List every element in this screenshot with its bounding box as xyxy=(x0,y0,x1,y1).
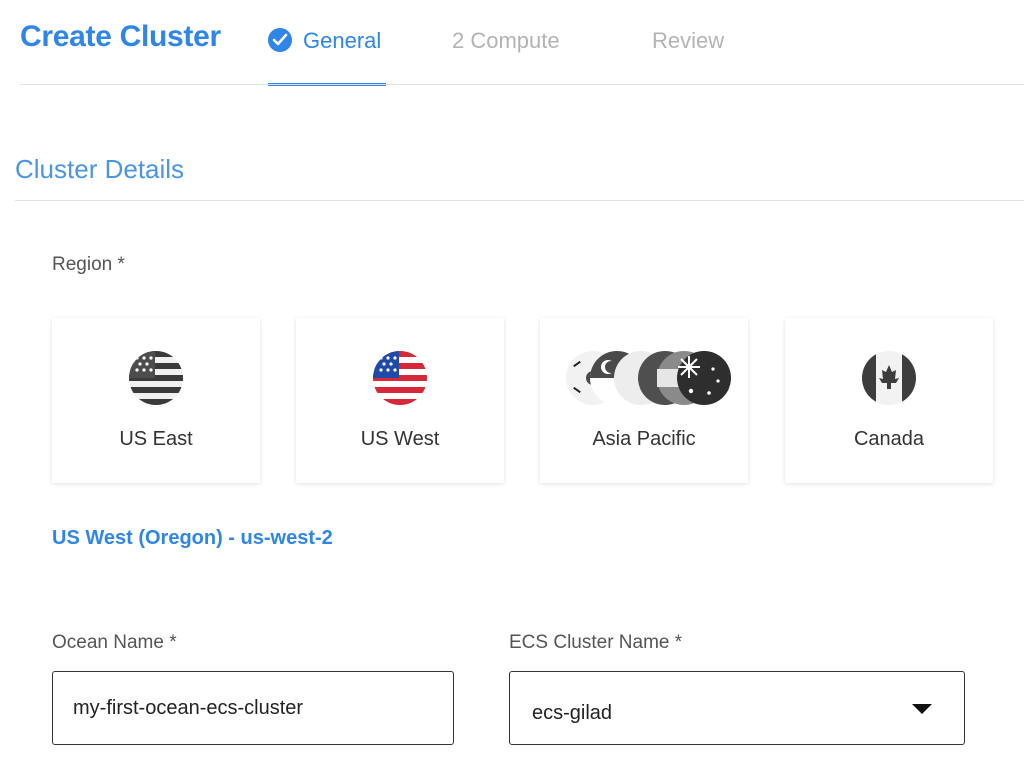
region-card-us-east[interactable]: US East xyxy=(52,318,260,483)
section-divider xyxy=(15,200,1024,201)
selected-region-text: US West (Oregon) - us-west-2 xyxy=(52,527,333,549)
region-name: US West xyxy=(360,428,440,450)
tab-general-label: General xyxy=(303,28,382,53)
ocean-name-input[interactable] xyxy=(53,672,453,744)
check-circle-icon xyxy=(268,28,292,52)
asia-pacific-flags-icon xyxy=(566,351,731,405)
tab-general[interactable]: General xyxy=(268,28,386,86)
ecs-cluster-name-select[interactable]: ecs-gilad xyxy=(509,671,965,745)
tab-review[interactable]: Review xyxy=(652,28,724,86)
region-name: Asia Pacific xyxy=(592,428,696,450)
us-flag-grayscale-icon xyxy=(129,351,183,405)
region-label: Region * xyxy=(52,254,125,275)
ecs-cluster-name-value: ecs-gilad xyxy=(532,702,613,724)
region-name: US East xyxy=(119,428,193,450)
chevron-down-icon[interactable] xyxy=(912,704,932,714)
region-name: Canada xyxy=(853,428,925,450)
us-flag-color-icon xyxy=(373,351,427,405)
wizard-header: Create Cluster General 2 Compute Review xyxy=(0,0,1024,86)
ecs-cluster-name-label: ECS Cluster Name * xyxy=(509,632,683,653)
region-card-canada[interactable]: Canada xyxy=(785,318,993,483)
canada-flag-icon xyxy=(862,351,916,405)
page-title: Create Cluster xyxy=(20,20,221,53)
header-divider xyxy=(20,84,1024,85)
region-card-us-west[interactable]: US West xyxy=(296,318,504,483)
ocean-name-field[interactable] xyxy=(52,671,454,745)
tab-compute[interactable]: 2 Compute xyxy=(452,28,560,86)
ocean-name-label: Ocean Name * xyxy=(52,632,177,653)
region-card-asia-pacific[interactable]: Asia Pacific xyxy=(540,318,748,483)
section-title: Cluster Details xyxy=(15,154,185,184)
